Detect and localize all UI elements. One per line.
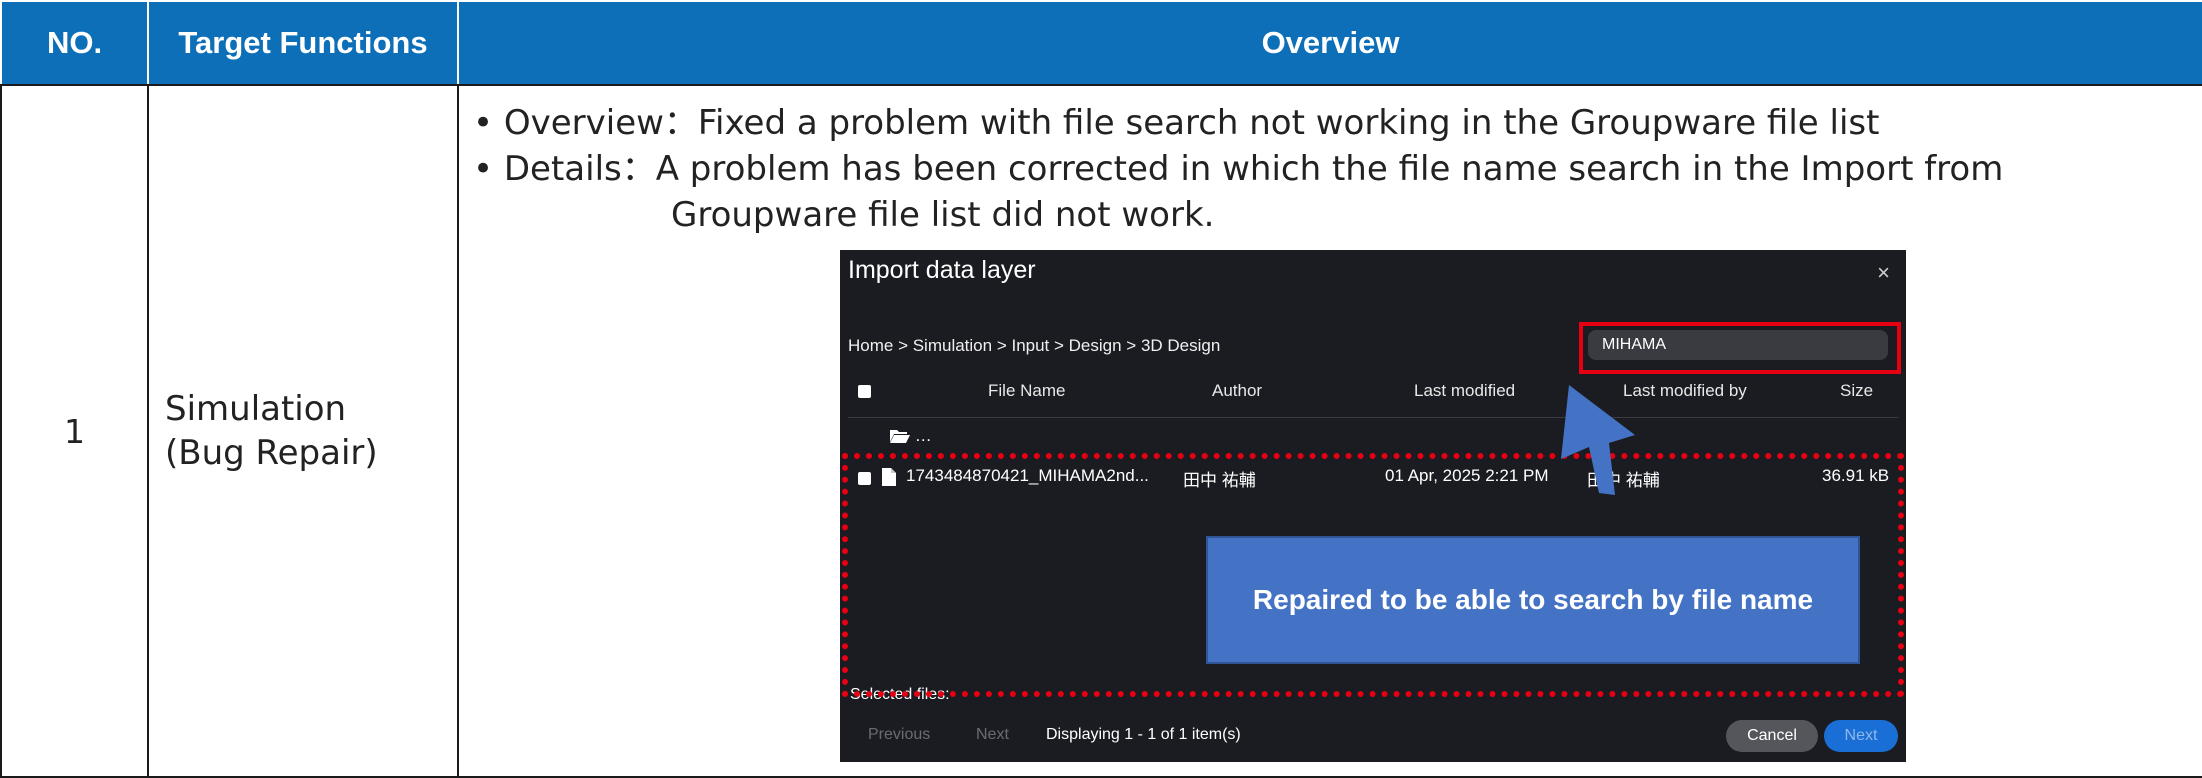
target-function-cell: Simulation (Bug Repair) (147, 84, 459, 778)
breadcrumb[interactable]: Home > Simulation > Input > Design > 3D … (848, 336, 1220, 356)
folder-icon (890, 430, 910, 443)
select-all-checkbox[interactable] (858, 385, 871, 398)
arrow-icon (1561, 385, 1635, 495)
column-author[interactable]: Author (1212, 381, 1262, 401)
column-last-modified[interactable]: Last modified (1414, 381, 1515, 401)
column-size[interactable]: Size (1840, 381, 1873, 401)
function-type: (Bug Repair) (165, 433, 378, 473)
header-target-functions: Target Functions (147, 0, 459, 86)
parent-folder-row[interactable]: … (890, 426, 932, 446)
parent-folder-label: … (914, 426, 932, 445)
header-row: NO. Target Functions Overview (0, 0, 2202, 86)
header-divider (848, 417, 1898, 418)
next-link[interactable]: Next (976, 726, 1009, 744)
close-icon[interactable]: × (1877, 260, 1890, 286)
dialog-title: Import data layer (848, 256, 1036, 284)
next-button[interactable]: Next (1824, 720, 1898, 752)
pagination-status: Displaying 1 - 1 of 1 item(s) (1046, 726, 1241, 743)
overview-bullets: • Overview：Fixed a problem with file sea… (473, 100, 2003, 238)
previous-button[interactable]: Previous (868, 726, 930, 744)
details-continuation: Groupware file list did not work. (671, 195, 1215, 235)
callout-box: Repaired to be able to search by file na… (1206, 536, 1860, 664)
header-overview: Overview (457, 0, 2202, 86)
search-highlight-box (1579, 322, 1901, 374)
column-last-modified-by[interactable]: Last modified by (1623, 381, 1747, 401)
function-name: Simulation (165, 388, 347, 429)
row-number: 1 (0, 84, 149, 778)
overview-bullet: • Overview：Fixed a problem with file sea… (473, 103, 1880, 143)
column-file-name[interactable]: File Name (988, 381, 1065, 401)
header-no: NO. (0, 0, 149, 86)
details-bullet: • Details：A problem has been corrected i… (473, 149, 2004, 189)
cancel-button[interactable]: Cancel (1726, 720, 1818, 752)
